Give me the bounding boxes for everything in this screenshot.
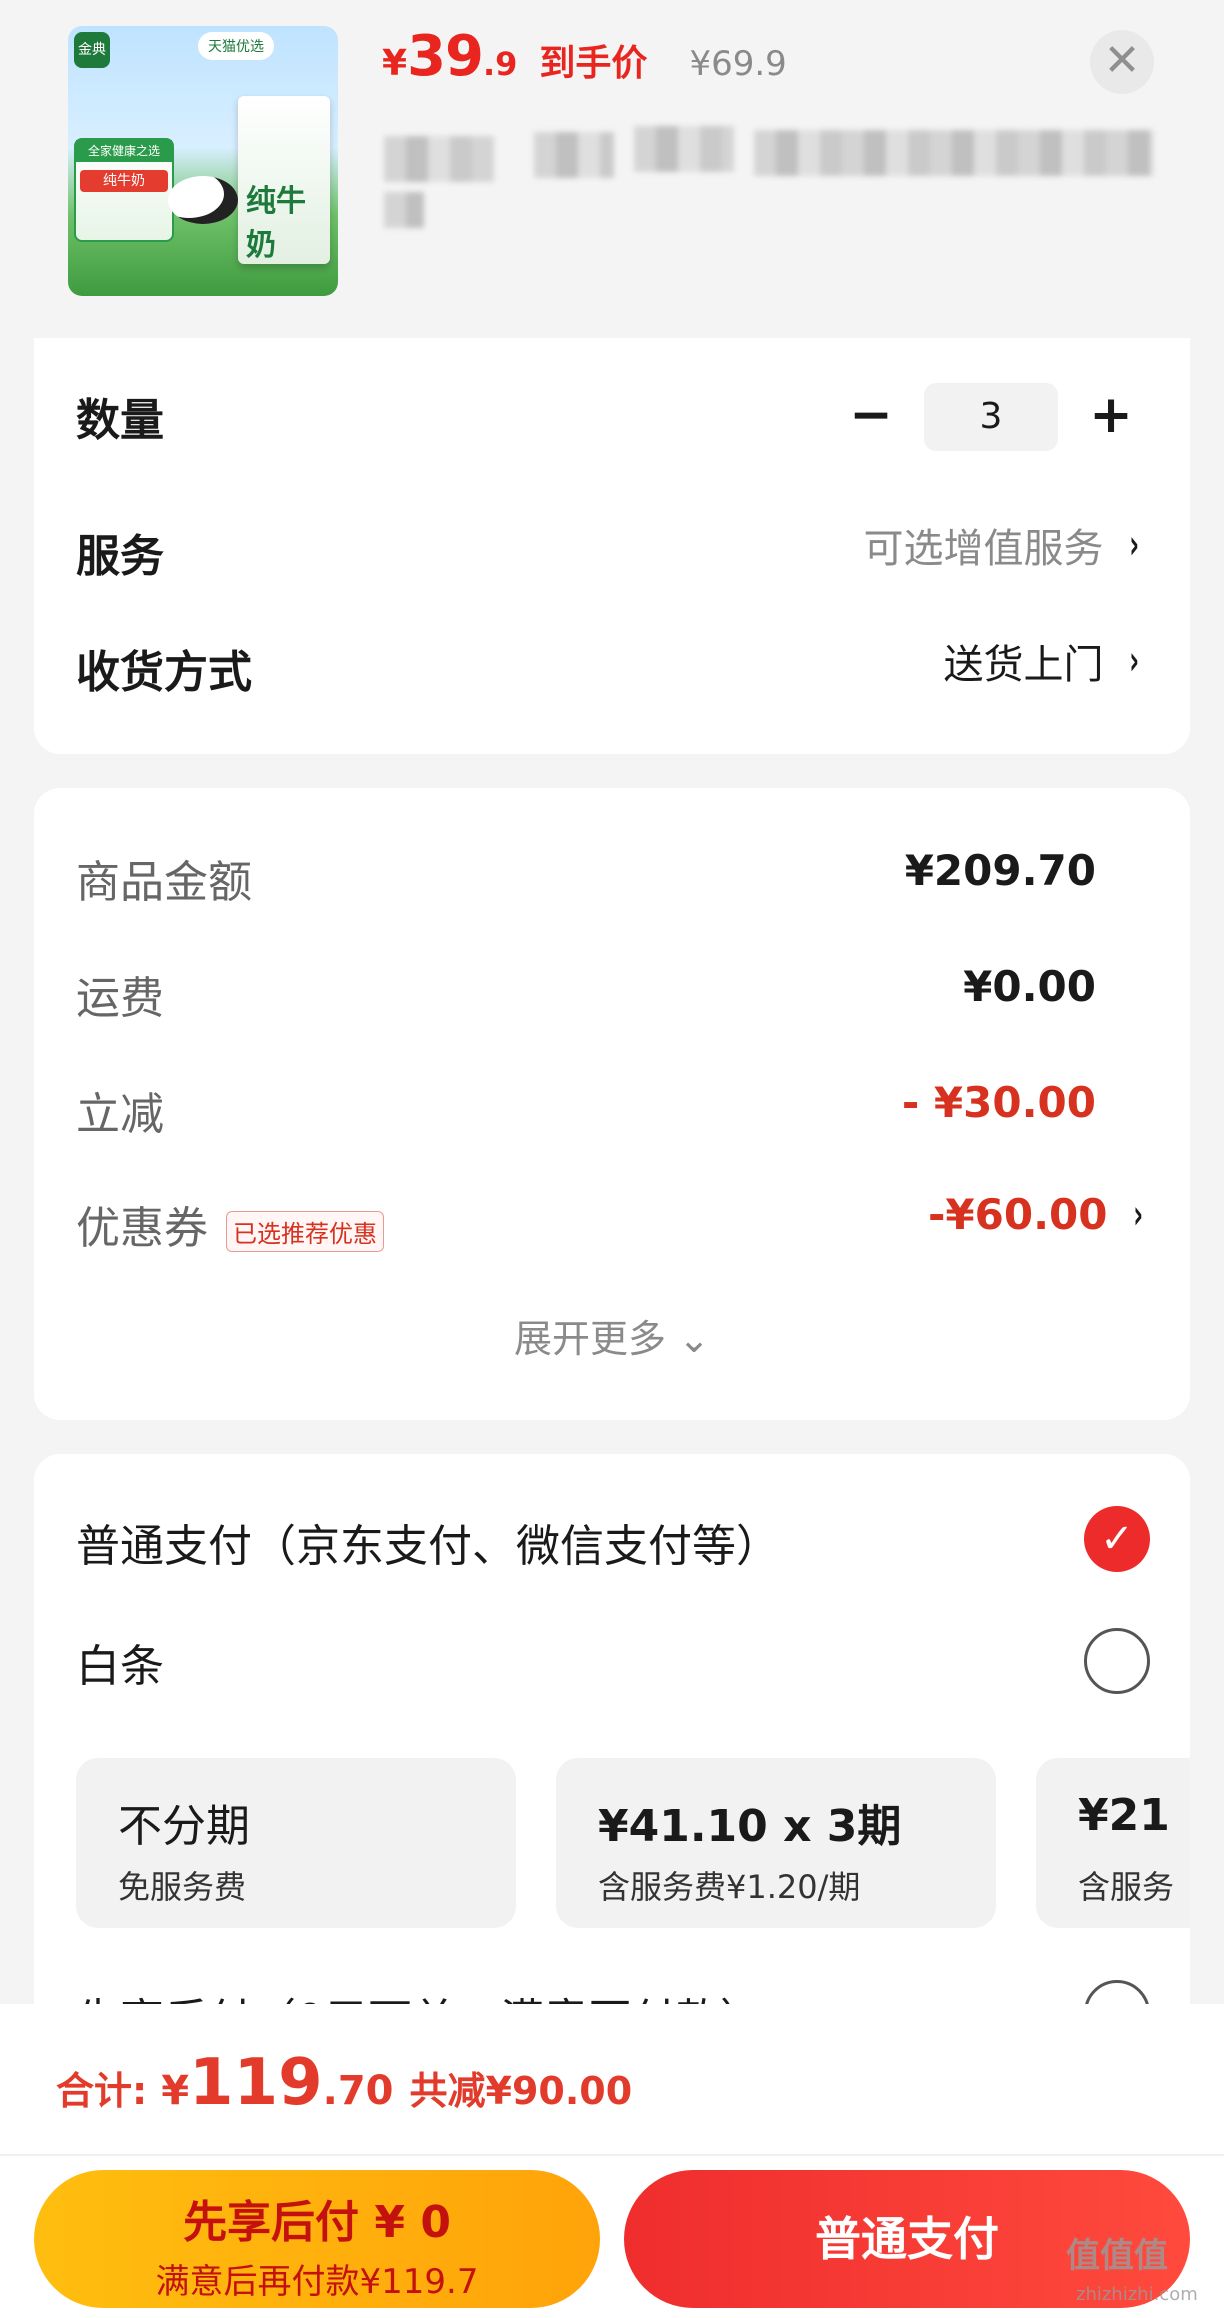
plan-option[interactable]: ¥21 含服务 [1036, 1758, 1190, 1928]
total-integer: 119 [189, 2046, 323, 2120]
expand-more-button[interactable]: 展开更多 ⌄ [34, 1308, 1190, 1363]
original-price: ¥69.9 [689, 44, 787, 84]
coupon-label: 优惠券 [76, 1203, 208, 1254]
installment-plans: 不分期 免服务费 ¥41.10 x 3期 含服务费¥1.20/期 ¥21 含服务 [76, 1758, 1190, 1938]
total-saved: 共减¥90.00 [409, 2069, 633, 2113]
delivery-label: 收货方式 [76, 647, 252, 698]
milk-box-label: 纯牛奶 [246, 184, 306, 263]
total-currency: ¥ [161, 2068, 190, 2114]
delivery-selector[interactable]: 送货上门 › [944, 632, 1142, 690]
divider [0, 2154, 1224, 2156]
shipping-value: ¥0.00 [963, 962, 1096, 1011]
order-total: 合计: ¥ 119 .70 共减¥90.00 [56, 2046, 632, 2120]
thumb-tag: 天猫优选 [198, 32, 274, 60]
goods-amount-value: ¥209.70 [904, 846, 1096, 895]
quantity-input[interactable]: 3 [924, 383, 1058, 451]
delivery-value: 送货上门 [943, 642, 1104, 688]
order-options-card: 数量 − 3 + 服务 可选增值服务 › 收货方式 送货上门 › [34, 338, 1190, 754]
payment-method-card: 普通支付（京东支付、微信支付等） ✓ 白条 不分期 免服务费 ¥41.10 x … [34, 1454, 1190, 2054]
thumb-promo-mid: 纯牛奶 [80, 170, 168, 192]
final-price-label: 到手价 [539, 43, 648, 84]
normal-payment-radio[interactable]: ✓ [1084, 1506, 1150, 1572]
product-title-blurred [384, 126, 1154, 246]
chevron-right-icon: › [1132, 1191, 1143, 1238]
quantity-decrease-button[interactable]: − [836, 382, 906, 452]
plan-title: ¥41.10 x 3期 [598, 1801, 902, 1852]
thumb-promo: 全家健康之选 纯牛奶 [74, 138, 174, 242]
plan-title: 不分期 [118, 1801, 250, 1852]
chevron-right-icon: › [1128, 638, 1139, 684]
plan-option[interactable]: 不分期 免服务费 [76, 1758, 516, 1928]
bnpl-button-title: 先享后付 ¥ 0 [183, 2197, 451, 2248]
checkout-bar: 合计: ¥ 119 .70 共减¥90.00 先享后付 ¥ 0 满意后再付款¥1… [0, 2004, 1224, 2318]
service-value: 可选增值服务 [863, 526, 1104, 572]
chevron-down-icon: ⌄ [678, 1317, 710, 1361]
price-row: ¥ 39 .9 到手价 ¥69.9 [382, 24, 787, 100]
service-label: 服务 [76, 531, 164, 582]
thumb-promo-top: 全家健康之选 [76, 140, 172, 162]
plan-title: ¥21 [1078, 1790, 1170, 1841]
price-decimal: .9 [483, 45, 518, 83]
baitiao-label: 白条 [76, 1641, 164, 1692]
expand-more-label: 展开更多 [514, 1317, 667, 1361]
coupon-value: -¥60.00 [928, 1190, 1108, 1239]
price-breakdown-card: 商品金额 ¥209.70 运费 ¥0.00 立减 - ¥30.00 优惠券 已选推… [34, 788, 1190, 1420]
cow-image [168, 176, 238, 224]
coupon-row: 优惠券 已选推荐优惠 [76, 1192, 384, 1256]
goods-amount-label: 商品金额 [76, 857, 252, 908]
discount-value: - ¥30.00 [901, 1078, 1096, 1127]
shipping-label: 运费 [76, 973, 164, 1024]
coupon-selector[interactable]: -¥60.00 › [928, 1190, 1146, 1239]
milk-box-image: 纯牛奶 [238, 96, 330, 264]
coupon-badge: 已选推荐优惠 [226, 1210, 384, 1252]
plan-subtitle: 含服务 [1078, 1868, 1175, 1906]
check-icon: ✓ [1100, 1516, 1134, 1562]
close-button[interactable]: ✕ [1090, 30, 1154, 94]
quantity-stepper: − 3 + [836, 382, 1146, 452]
bnpl-button-subtitle: 满意后再付款¥119.7 [155, 2262, 479, 2302]
brand-logo: 金典 [74, 32, 110, 68]
product-header: 金典 天猫优选 全家健康之选 纯牛奶 纯牛奶 ¥ 39 .9 到手价 ¥69.9… [0, 0, 1224, 338]
price-integer: 39 [407, 24, 484, 89]
plan-subtitle: 含服务费¥1.20/期 [598, 1868, 861, 1906]
price-currency: ¥ [382, 43, 408, 84]
watermark-url: zhizhizhi.com [1076, 2284, 1198, 2305]
normal-payment-label: 普通支付（京东支付、微信支付等） [76, 1521, 780, 1572]
chevron-right-icon: › [1128, 522, 1139, 568]
total-label: 合计: [56, 2069, 148, 2113]
plan-option[interactable]: ¥41.10 x 3期 含服务费¥1.20/期 [556, 1758, 996, 1928]
watermark: 值值值 [1066, 2236, 1168, 2276]
quantity-increase-button[interactable]: + [1076, 382, 1146, 452]
total-decimal: .70 [322, 2068, 394, 2114]
service-selector[interactable]: 可选增值服务 › [864, 516, 1142, 574]
quantity-label: 数量 [76, 395, 164, 446]
discount-label: 立减 [76, 1089, 164, 1140]
product-thumbnail[interactable]: 金典 天猫优选 全家健康之选 纯牛奶 纯牛奶 [68, 26, 338, 296]
close-icon: ✕ [1103, 35, 1141, 86]
baitiao-radio[interactable] [1084, 1628, 1150, 1694]
plan-subtitle: 免服务费 [118, 1868, 247, 1906]
bnpl-button[interactable]: 先享后付 ¥ 0 满意后再付款¥119.7 [34, 2170, 600, 2308]
